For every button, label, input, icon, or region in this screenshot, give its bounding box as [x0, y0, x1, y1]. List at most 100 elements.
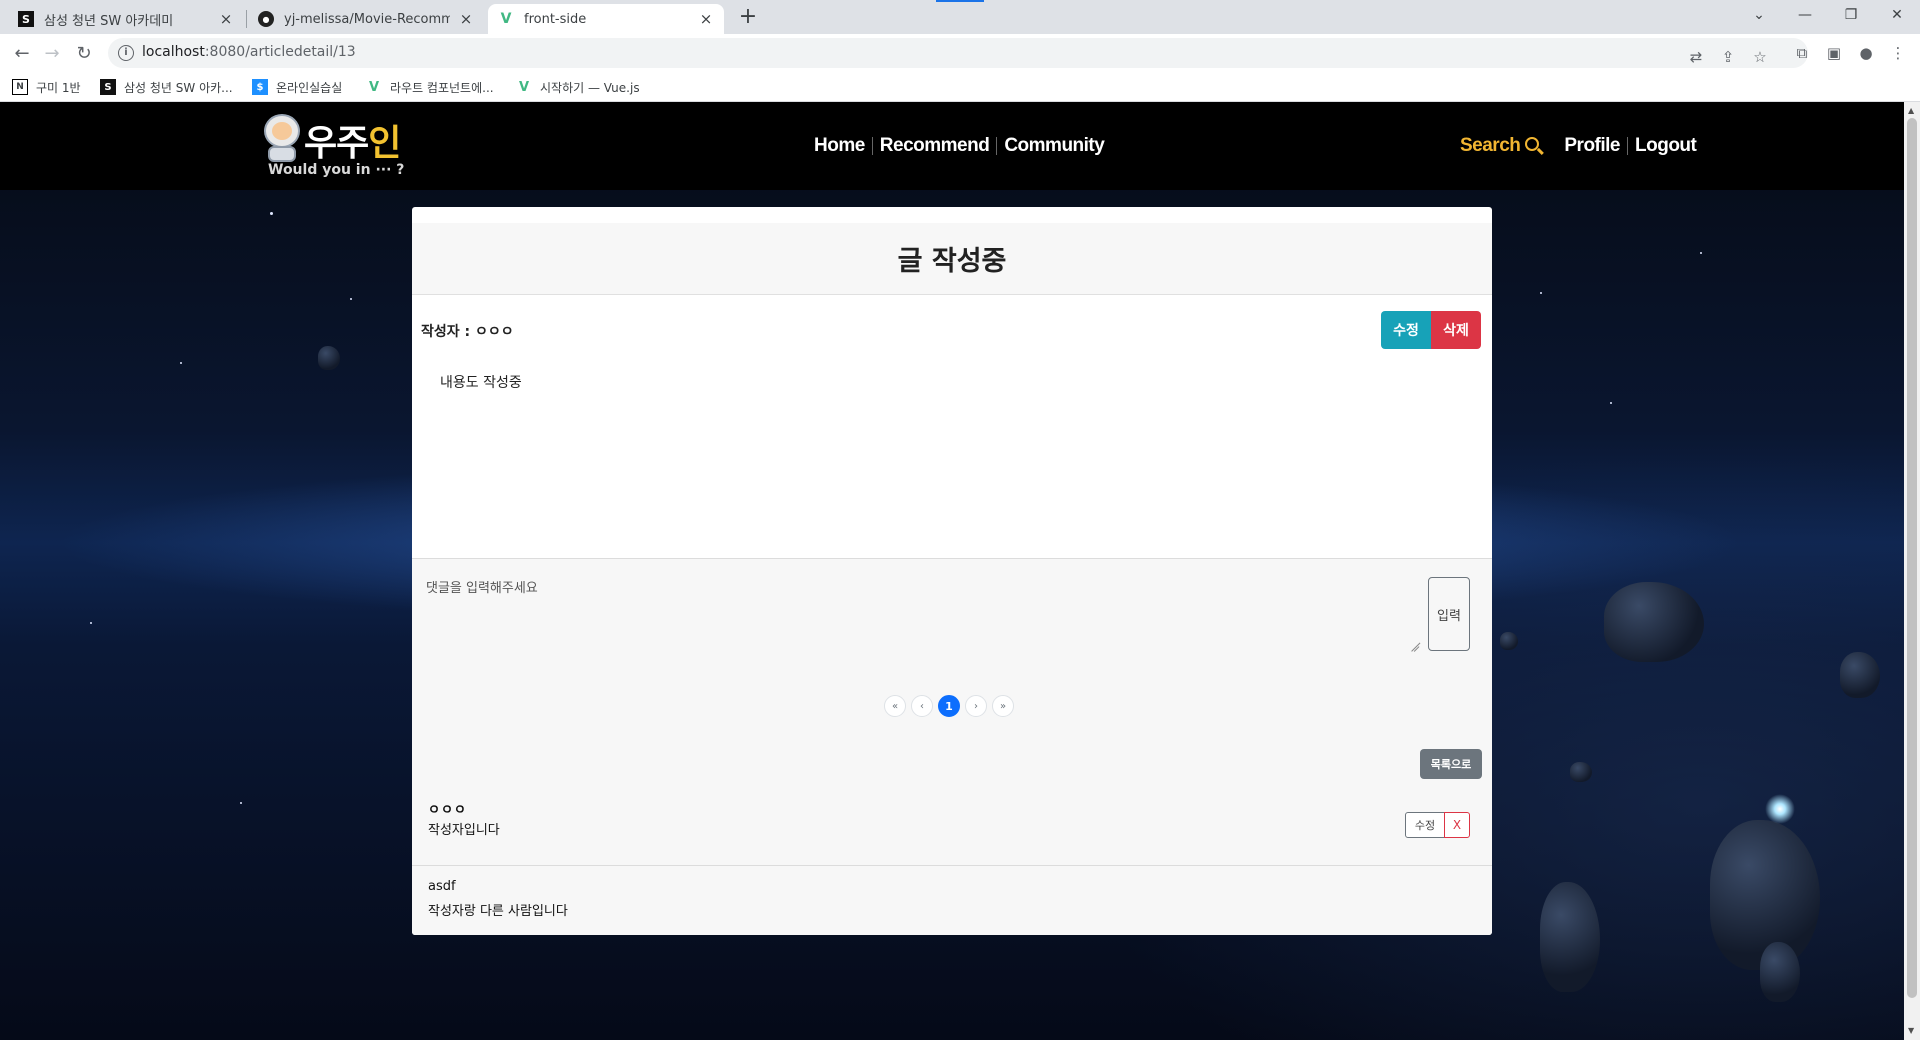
site-header: 우주인 Would you in ··· ? Home Recommend Co… — [0, 102, 1904, 190]
nav-community-link[interactable]: Community — [1004, 135, 1105, 157]
delete-comment-button[interactable]: X — [1444, 812, 1470, 838]
page-viewport: 우주인 Would you in ··· ? Home Recommend Co… — [0, 102, 1904, 1040]
page-current-button[interactable]: 1 — [938, 695, 960, 717]
user-nav: Search Profile Logout — [1460, 135, 1697, 157]
comment-divider — [412, 865, 1492, 866]
lens-flare-decoration — [1765, 794, 1795, 824]
nav-profile-link[interactable]: Profile — [1564, 135, 1620, 157]
comment-text: 작성자랑 다른 사람입니다 — [428, 904, 568, 919]
tab-strip-indicator — [936, 0, 984, 2]
comment-actions: 수정 X — [1405, 812, 1470, 838]
edit-comment-button[interactable]: 수정 — [1405, 812, 1445, 838]
bookmark-label: 온라인실습실 — [276, 80, 343, 95]
star-decoration — [270, 212, 273, 215]
close-window-icon[interactable]: ✕ — [1874, 0, 1920, 30]
browser-toolbar: ← → ↻ i localhost:8080/articledetail/13 … — [0, 34, 1920, 72]
bookmark-label: 삼성 청년 SW 아카... — [124, 80, 233, 95]
search-icon — [1524, 136, 1545, 156]
share-icon[interactable]: ⇪ — [1718, 47, 1738, 67]
nav-separator — [996, 137, 998, 155]
comment-section: 입력 « ‹ 1 › » 목록으로 ㅇㅇㅇ 작성자입니다 수정 X asdf — [412, 558, 1492, 935]
tab-title: yj-melissa/Movie-Recommend- — [284, 11, 450, 27]
tab-front-side[interactable]: V front-side × — [488, 4, 724, 34]
star-decoration — [350, 298, 352, 300]
page-first-button[interactable]: « — [884, 695, 906, 717]
scrollbar-thumb[interactable] — [1907, 118, 1917, 998]
ssafy-icon: S — [100, 79, 116, 95]
asteroid-decoration — [1500, 632, 1518, 650]
nav-separator — [1627, 137, 1628, 155]
asteroid-decoration — [1840, 652, 1880, 698]
lab-icon: $ — [252, 79, 268, 95]
site-logo[interactable]: 우주인 Would you in ··· ? — [262, 112, 405, 180]
side-panel-icon[interactable]: ▣ — [1824, 43, 1844, 63]
page-next-button[interactable]: › — [965, 695, 987, 717]
bookmark-item[interactable]: N 구미 1반 — [12, 78, 81, 96]
tab-ssafy[interactable]: S 삼성 청년 SW 아카데미 × — [8, 4, 244, 34]
close-tab-icon[interactable]: × — [458, 11, 474, 27]
comment-submit-button[interactable]: 입력 — [1428, 577, 1470, 651]
profile-avatar-icon[interactable]: ● — [1856, 43, 1876, 63]
main-nav: Home Recommend Community — [814, 135, 1105, 157]
vue-favicon-icon: V — [500, 11, 512, 27]
vue-icon: V — [368, 79, 380, 95]
comment-pagination: « ‹ 1 › » — [884, 695, 1014, 717]
astronaut-logo-icon — [262, 114, 302, 162]
scroll-down-arrow-icon[interactable]: ▼ — [1908, 1026, 1914, 1035]
back-icon[interactable]: ← — [8, 39, 36, 67]
bookmark-item[interactable]: $ 온라인실습실 — [252, 78, 342, 96]
logo-tagline: Would you in ··· ? — [268, 162, 405, 178]
forward-icon[interactable]: → — [38, 39, 66, 67]
bookmark-label: 시작하기 — Vue.js — [540, 80, 640, 95]
comment-input[interactable] — [418, 571, 1418, 651]
bookmark-item[interactable]: V 시작하기 — Vue.js — [516, 78, 640, 96]
bookmark-item[interactable]: S 삼성 청년 SW 아카... — [100, 78, 233, 96]
minimize-icon[interactable]: — — [1782, 0, 1828, 30]
article-content: 내용도 작성중 — [440, 375, 522, 391]
article-card: 글 작성중 작성자 : ㅇㅇㅇ 수정 삭제 내용도 작성중 입력 « ‹ 1 ›… — [412, 207, 1492, 935]
github-favicon-icon: ● — [258, 11, 274, 27]
new-tab-icon[interactable]: + — [736, 6, 760, 30]
nav-logout-link[interactable]: Logout — [1635, 135, 1697, 157]
close-tab-icon[interactable]: × — [218, 11, 234, 27]
star-decoration — [1700, 252, 1702, 254]
textarea-resize-handle[interactable] — [1407, 641, 1417, 651]
scroll-up-arrow-icon[interactable]: ▲ — [1908, 106, 1914, 115]
extensions-icon[interactable]: ⧉ — [1792, 43, 1812, 63]
comment-author: asdf — [428, 879, 456, 894]
nav-home-link[interactable]: Home — [814, 135, 865, 157]
back-to-list-button[interactable]: 목록으로 — [1420, 749, 1482, 779]
page-scrollbar[interactable]: ▲ ▼ — [1904, 102, 1920, 1040]
article-author: 작성자 : ㅇㅇㅇ — [421, 324, 514, 340]
restore-icon[interactable]: ❐ — [1828, 0, 1874, 30]
article-title: 글 작성중 — [412, 223, 1492, 295]
address-bar[interactable]: i localhost:8080/articledetail/13 ⇄ ⇪ ☆ — [108, 38, 1808, 68]
bookmarks-bar: N 구미 1반 S 삼성 청년 SW 아카... $ 온라인실습실 V 라우트 … — [0, 72, 1920, 102]
delete-article-button[interactable]: 삭제 — [1431, 311, 1481, 349]
asteroid-decoration — [318, 346, 340, 370]
close-tab-icon[interactable]: × — [698, 11, 714, 27]
asteroid-decoration — [1540, 882, 1600, 992]
menu-kebab-icon[interactable]: ⋮ — [1888, 43, 1908, 63]
bookmark-star-icon[interactable]: ☆ — [1750, 47, 1770, 67]
address-url[interactable]: localhost:8080/articledetail/13 — [142, 44, 356, 60]
edit-article-button[interactable]: 수정 — [1381, 311, 1431, 349]
page-prev-button[interactable]: ‹ — [911, 695, 933, 717]
nav-recommend-link[interactable]: Recommend — [880, 135, 990, 157]
translate-icon[interactable]: ⇄ — [1686, 47, 1706, 67]
page-last-button[interactable]: » — [992, 695, 1014, 717]
tab-separator — [246, 10, 247, 28]
bookmark-item[interactable]: V 라우트 컴포넌트에... — [366, 78, 494, 96]
tab-search-chevron-icon[interactable]: ⌄ — [1736, 0, 1782, 30]
logo-wordmark: 우주인 — [304, 123, 401, 164]
ssafy-favicon-icon: S — [18, 11, 34, 27]
nav-search-link[interactable]: Search — [1460, 135, 1545, 157]
reload-icon[interactable]: ↻ — [70, 39, 98, 67]
asteroid-decoration — [1570, 762, 1592, 782]
site-info-icon[interactable]: i — [118, 45, 134, 61]
nav-separator — [871, 137, 873, 155]
bookmark-label: 라우트 컴포넌트에... — [390, 80, 494, 95]
tab-github[interactable]: ● yj-melissa/Movie-Recommend- × — [248, 4, 484, 34]
comment-author: ㅇㅇㅇ — [428, 803, 467, 818]
notion-icon: N — [12, 79, 28, 95]
